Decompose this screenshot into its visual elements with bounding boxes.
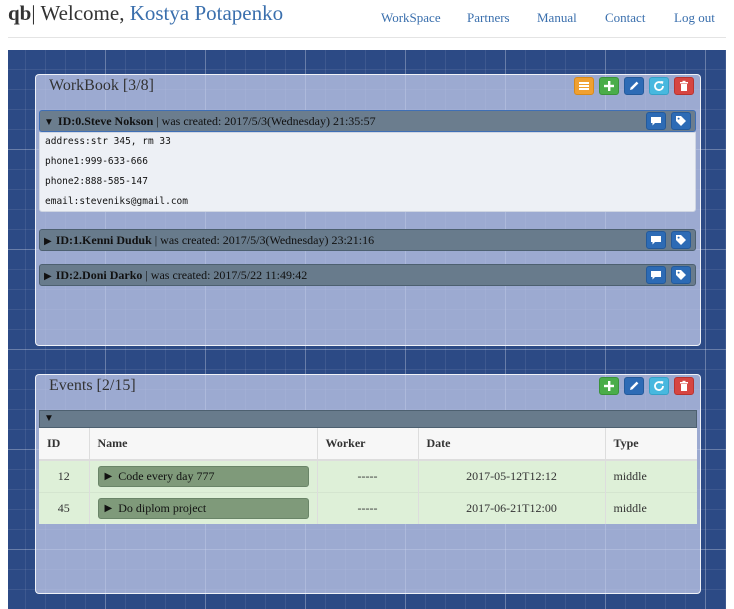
- tag-button[interactable]: [671, 266, 691, 284]
- event-id: 12: [39, 459, 90, 492]
- nav-manual[interactable]: Manual: [537, 10, 577, 26]
- tag-icon: [676, 116, 686, 126]
- events-title: Events [2/15]: [49, 377, 136, 394]
- record-id: ID:1.Kenni Duduk: [55, 233, 152, 247]
- field-phone1: phone1:999-633-666: [45, 156, 148, 167]
- plus-icon: [604, 81, 614, 91]
- event-type: middle: [605, 491, 697, 524]
- col-id[interactable]: ID: [39, 428, 90, 461]
- record-row[interactable]: ▶ ID:1.Kenni Duduk | was created: 2017/5/…: [39, 229, 696, 251]
- edit-workbook-button[interactable]: [624, 77, 644, 95]
- tag-icon: [676, 235, 686, 245]
- header-divider: [8, 37, 726, 38]
- caret-right-icon: ▶: [104, 470, 113, 482]
- delete-events-button[interactable]: [674, 377, 694, 395]
- field-email: email:steveniks@gmail.com: [45, 196, 188, 207]
- top-navbar: qb| Welcome, Kostya Potapenko WorkSpace …: [0, 0, 734, 40]
- comment-button[interactable]: [646, 266, 666, 284]
- nav-workspace[interactable]: WorkSpace: [381, 10, 441, 26]
- event-id: 45: [39, 491, 90, 524]
- refresh-workbook-button[interactable]: [649, 77, 669, 95]
- comment-icon: [651, 271, 661, 280]
- comment-icon: [651, 236, 661, 245]
- nav-partners[interactable]: Partners: [467, 10, 510, 26]
- events-panel: Events [2/15] ▼ ID Name Worker Date Type: [35, 374, 701, 594]
- record-id: ID:2.Doni Darko: [55, 268, 143, 282]
- col-worker[interactable]: Worker: [317, 428, 419, 461]
- tag-button[interactable]: [671, 231, 691, 249]
- field-phone2: phone2:888-585-147: [45, 176, 148, 187]
- comment-button[interactable]: [646, 231, 666, 249]
- pencil-icon: [630, 381, 639, 390]
- nav-contact[interactable]: Contact: [605, 10, 645, 26]
- refresh-icon: [654, 81, 664, 91]
- plus-icon: [604, 381, 614, 391]
- welcome-text: Welcome,: [40, 1, 125, 25]
- table-header-row: ID Name Worker Date Type: [39, 428, 697, 461]
- col-name[interactable]: Name: [89, 428, 318, 461]
- user-name[interactable]: Kostya Potapenko: [130, 1, 283, 25]
- event-name-cell: ▶ Do diplom project: [89, 491, 318, 524]
- caret-down-icon: ▼: [44, 413, 54, 424]
- record-details: address:str 345, rm 33 phone1:999-633-66…: [39, 132, 696, 212]
- event-type: middle: [605, 459, 697, 492]
- record-row[interactable]: ▼ ID:0.Steve Nokson | was created: 2017/5…: [39, 110, 696, 132]
- event-date: 2017-06-21T12:00: [418, 491, 606, 524]
- event-name-button[interactable]: ▶ Code every day 777: [97, 465, 309, 487]
- record-row[interactable]: ▶ ID:2.Doni Darko | was created: 2017/5/2…: [39, 264, 696, 286]
- record-id: ID:0.Steve Nokson: [57, 114, 154, 128]
- pencil-icon: [630, 81, 639, 90]
- nav-logout[interactable]: Log out: [674, 10, 715, 26]
- list-button[interactable]: [574, 77, 594, 95]
- comment-button[interactable]: [646, 112, 666, 130]
- events-table: ID Name Worker Date Type 12 ▶ Code every …: [39, 428, 697, 524]
- event-worker: -----: [317, 459, 419, 492]
- record-created: | was created: 2017/5/22 11:49:42: [145, 268, 308, 282]
- refresh-icon: [654, 381, 664, 391]
- event-worker: -----: [317, 491, 419, 524]
- list-icon: [579, 82, 589, 90]
- workbook-panel: WorkBook [3/8] ▼ ID:0.Steve Nokson | was …: [35, 74, 701, 346]
- record-created: | was created: 2017/5/3(Wednesday) 23:21…: [154, 233, 375, 247]
- event-date: 2017-05-12T12:12: [418, 459, 606, 492]
- workspace-background: WorkBook [3/8] ▼ ID:0.Steve Nokson | was …: [8, 50, 726, 609]
- table-row[interactable]: 12 ▶ Code every day 777 ----- 2017-05-12T…: [39, 459, 697, 492]
- tag-button[interactable]: [671, 112, 691, 130]
- trash-icon: [680, 80, 688, 91]
- record-created: | was created: 2017/5/3(Wednesday) 21:35…: [156, 114, 376, 128]
- brand-logo[interactable]: qb: [8, 1, 31, 25]
- caret-right-icon: ▶: [104, 502, 113, 514]
- events-toggle-bar[interactable]: ▼: [39, 410, 697, 428]
- comment-icon: [651, 117, 661, 126]
- trash-icon: [680, 380, 688, 391]
- event-name: Do diplom project: [118, 500, 207, 515]
- delete-workbook-button[interactable]: [674, 77, 694, 95]
- col-type[interactable]: Type: [605, 428, 697, 461]
- add-event-button[interactable]: [599, 377, 619, 395]
- event-name: Code every day 777: [118, 468, 215, 483]
- caret-right-icon: ▶: [44, 271, 52, 282]
- caret-right-icon: ▶: [44, 236, 52, 247]
- event-name-cell: ▶ Code every day 777: [89, 459, 318, 492]
- tag-icon: [676, 270, 686, 280]
- col-date[interactable]: Date: [418, 428, 606, 461]
- add-record-button[interactable]: [599, 77, 619, 95]
- workbook-title: WorkBook [3/8]: [49, 77, 154, 94]
- caret-down-icon: ▼: [44, 117, 54, 128]
- field-address: address:str 345, rm 33: [45, 136, 171, 147]
- refresh-events-button[interactable]: [649, 377, 669, 395]
- table-row[interactable]: 45 ▶ Do diplom project ----- 2017-06-21T1…: [39, 491, 697, 524]
- event-name-button[interactable]: ▶ Do diplom project: [97, 497, 309, 519]
- edit-events-button[interactable]: [624, 377, 644, 395]
- brand-welcome: qb| Welcome, Kostya Potapenko: [8, 1, 284, 25]
